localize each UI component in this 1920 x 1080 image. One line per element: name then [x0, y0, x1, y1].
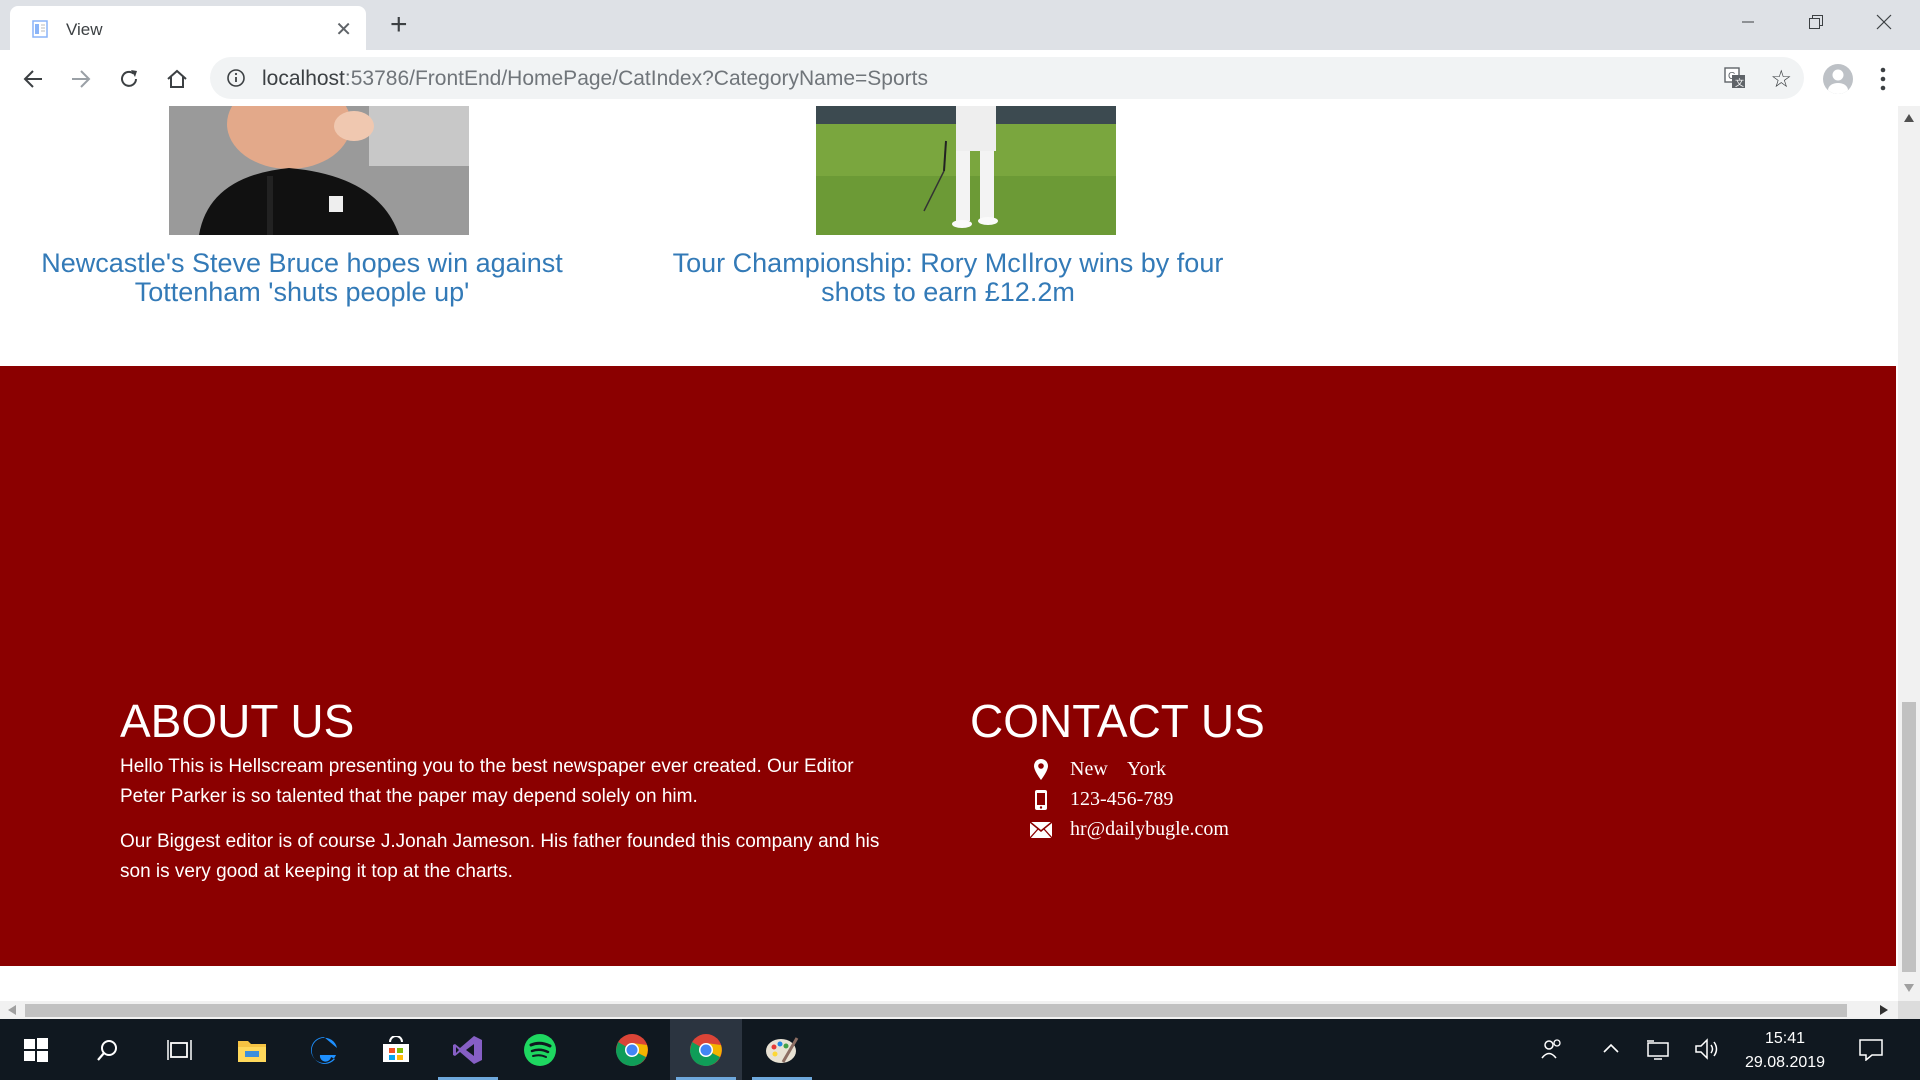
chevron-up-icon[interactable] [1602, 1037, 1620, 1061]
phone-text: 123-456-789 [1070, 788, 1174, 810]
about-paragraph: Hello This is Hellscream presenting you … [120, 756, 854, 807]
about-paragraph: Our Biggest editor is of course J.Jonah … [120, 831, 880, 882]
clock-time: 15:41 [1764, 1030, 1806, 1047]
scrollbar-corner [1898, 1001, 1920, 1019]
location-text: New York [1070, 758, 1167, 780]
notifications-icon[interactable] [1858, 1037, 1884, 1061]
phone-icon [1030, 789, 1052, 811]
reload-icon[interactable] [116, 66, 142, 92]
task-view-icon[interactable] [144, 1019, 216, 1080]
about-heading: ABOUT US [120, 695, 355, 747]
spotify-icon[interactable] [504, 1019, 576, 1080]
article-thumbnail[interactable] [169, 106, 469, 235]
contact-heading: CONTACT US [970, 695, 1265, 747]
browser-titlebar: View ✕ + [0, 0, 1920, 50]
horizontal-scrollbar[interactable] [0, 1001, 1898, 1019]
article-title-link[interactable]: Newcastle's Steve Bruce hopes win agains… [12, 249, 592, 307]
people-icon[interactable] [1540, 1037, 1564, 1061]
tab-title: View [66, 20, 103, 39]
page-icon [32, 20, 48, 38]
clock-date: 29.08.2019 [1744, 1054, 1826, 1071]
info-icon[interactable] [226, 68, 246, 88]
scroll-down-icon[interactable] [1904, 984, 1914, 992]
taskbar-clock[interactable]: 15:41 29.08.2019 [1735, 1027, 1835, 1075]
svg-text:文: 文 [1735, 77, 1744, 88]
file-explorer-icon[interactable] [216, 1019, 288, 1080]
home-icon[interactable] [164, 66, 190, 92]
contact-location: New York [1030, 758, 1166, 781]
paint-icon[interactable] [746, 1019, 818, 1080]
store-icon[interactable] [360, 1019, 432, 1080]
page-viewport: Newcastle's Steve Bruce hopes win agains… [0, 106, 1898, 1001]
email-text[interactable]: hr@dailybugle.com [1070, 818, 1229, 841]
bookmark-star-icon[interactable]: ☆ [1770, 65, 1792, 94]
scroll-left-icon[interactable] [8, 1005, 16, 1015]
article-thumbnail[interactable] [816, 106, 1116, 235]
url-path: :53786/FrontEnd/HomePage/CatIndex?Catego… [344, 67, 928, 90]
edge-browser-icon[interactable] [288, 1019, 360, 1080]
address-bar[interactable]: localhost:53786/FrontEnd/HomePage/CatInd… [210, 57, 1804, 99]
chrome-icon[interactable] [596, 1019, 668, 1080]
translate-icon[interactable]: G 文 [1724, 67, 1746, 89]
minimize-icon[interactable] [1714, 0, 1782, 44]
network-icon[interactable] [1646, 1037, 1672, 1061]
browser-tab[interactable]: View ✕ [10, 6, 366, 50]
scroll-up-icon[interactable] [1904, 114, 1914, 122]
close-tab-icon[interactable]: ✕ [335, 17, 352, 42]
volume-icon[interactable] [1694, 1037, 1720, 1061]
vertical-scrollbar[interactable] [1898, 106, 1920, 1001]
contact-email: hr@dailybugle.com [1030, 818, 1229, 841]
search-icon[interactable] [72, 1019, 144, 1080]
close-window-icon[interactable] [1850, 0, 1918, 44]
visual-studio-icon[interactable] [432, 1019, 504, 1080]
menu-icon[interactable] [1878, 64, 1888, 94]
back-icon[interactable] [20, 66, 46, 92]
map-marker-icon [1030, 758, 1052, 781]
horizontal-scroll-thumb[interactable] [25, 1004, 1847, 1017]
windows-start-icon[interactable] [0, 1019, 72, 1080]
new-tab-icon[interactable]: + [390, 8, 408, 42]
envelope-icon [1030, 819, 1052, 841]
vertical-scroll-thumb[interactable] [1902, 702, 1916, 972]
windows-taskbar: 15:41 29.08.2019 [0, 1019, 1920, 1080]
contact-phone: 123-456-789 [1030, 788, 1173, 811]
forward-icon[interactable] [68, 66, 94, 92]
scroll-right-icon[interactable] [1880, 1005, 1888, 1015]
url-text[interactable]: localhost:53786/FrontEnd/HomePage/CatInd… [262, 67, 928, 91]
url-host: localhost [262, 67, 345, 90]
profile-avatar-icon[interactable] [1823, 64, 1853, 94]
site-footer: ABOUT US Hello This is Hellscream presen… [0, 366, 1896, 966]
chrome-icon[interactable] [670, 1019, 742, 1080]
browser-toolbar: localhost:53786/FrontEnd/HomePage/CatInd… [0, 50, 1920, 107]
restore-icon[interactable] [1782, 0, 1850, 44]
article-title-link[interactable]: Tour Championship: Rory McIlroy wins by … [658, 249, 1238, 307]
